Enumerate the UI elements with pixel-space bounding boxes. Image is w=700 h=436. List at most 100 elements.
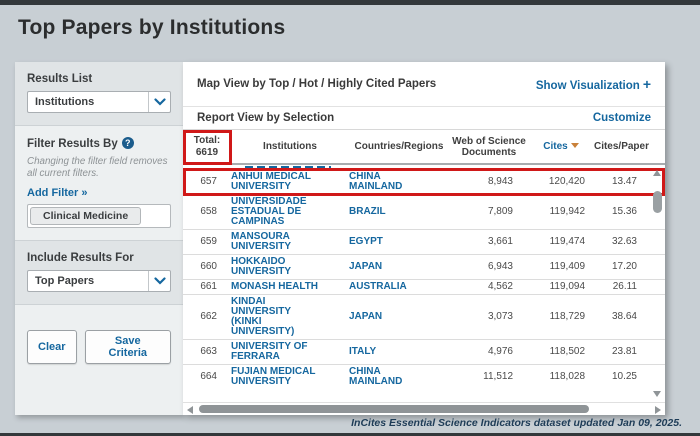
institution-link[interactable]: MANSOURA UNIVERSITY [231, 232, 349, 252]
cites-cell: 119,094 [529, 282, 593, 292]
chevron-down-icon [148, 271, 170, 291]
include-results-section: Include Results For Top Papers [15, 241, 183, 305]
scroll-left-icon[interactable] [187, 406, 193, 414]
cites-per-paper-cell: 26.11 [593, 282, 653, 292]
horizontal-scrollbar[interactable] [183, 402, 665, 415]
cites-per-paper-cell: 23.81 [593, 347, 653, 357]
results-list-selected: Institutions [28, 96, 94, 108]
total-count-header: Total: 6619 [183, 135, 231, 159]
country-cell: AUSTRALIA [349, 282, 449, 292]
institution-link[interactable]: FUJIAN MEDICAL UNIVERSITY [231, 367, 349, 387]
table-row[interactable]: 658 UNIVERSIDADE ESTADUAL DE CAMPINAS BR… [183, 195, 665, 230]
docs-cell: 7,809 [449, 207, 529, 217]
total-value: 6619 [183, 147, 231, 159]
docs-cell: 3,661 [449, 237, 529, 247]
country-cell: ITALY [349, 347, 449, 357]
cites-cell: 119,409 [529, 262, 593, 272]
filter-input[interactable]: Clinical Medicine [27, 204, 171, 228]
filter-chip[interactable]: Clinical Medicine [30, 207, 141, 225]
show-visualization-link[interactable]: Show Visualization+ [536, 76, 651, 92]
rank-cell: 657 [183, 177, 231, 187]
table-row[interactable]: 663 UNIVERSITY OF FERRARA ITALY 4,976 11… [183, 340, 665, 365]
rank-cell: 659 [183, 237, 231, 247]
cites-per-paper-cell: 17.20 [593, 262, 653, 272]
country-cell: CHINA MAINLAND [349, 367, 449, 387]
column-header-cites-per-paper[interactable]: Cites/Paper [593, 141, 653, 152]
table-row[interactable]: 661 MONASH HEALTH AUSTRALIA 4,562 119,09… [183, 280, 665, 295]
institution-link[interactable]: HOKKAIDO UNIVERSITY [231, 257, 349, 277]
include-results-dropdown[interactable]: Top Papers [27, 270, 171, 292]
table-body: 657 ANHUI MEDICAL UNIVERSITY CHINA MAINL… [183, 165, 665, 402]
plus-icon: + [643, 76, 651, 92]
institution-link[interactable]: KINDAI UNIVERSITY (KINKI UNIVERSITY) [231, 297, 349, 337]
cites-header-label: Cites [543, 141, 567, 152]
filter-label-text: Filter Results By [27, 138, 118, 150]
cites-per-paper-cell: 38.64 [593, 312, 653, 322]
map-view-title: Map View by Top / Hot / Highly Cited Pap… [197, 78, 436, 90]
table-row[interactable]: 657 ANHUI MEDICAL UNIVERSITY CHINA MAINL… [183, 170, 665, 195]
scroll-up-icon[interactable] [653, 170, 661, 176]
docs-cell: 3,073 [449, 312, 529, 322]
horizontal-scrollbar-thumb[interactable] [199, 405, 589, 413]
save-criteria-button[interactable]: Save Criteria [85, 330, 171, 364]
include-results-label: Include Results For [27, 252, 171, 264]
rank-cell: 661 [183, 282, 231, 292]
sort-descending-icon [571, 143, 579, 148]
table-row[interactable]: 662 KINDAI UNIVERSITY (KINKI UNIVERSITY)… [183, 295, 665, 340]
add-filter-link[interactable]: Add Filter » [27, 187, 88, 199]
country-cell: EGYPT [349, 237, 449, 247]
docs-cell: 8,943 [449, 177, 529, 187]
cites-per-paper-cell: 10.25 [593, 372, 653, 382]
docs-cell: 11,512 [449, 372, 529, 382]
include-results-selected: Top Papers [28, 275, 94, 287]
clear-button[interactable]: Clear [27, 330, 77, 364]
main-layout: Results List Institutions Filter Results… [15, 62, 665, 415]
institution-link[interactable]: ANHUI MEDICAL UNIVERSITY [231, 172, 349, 192]
cites-per-paper-cell: 15.36 [593, 207, 653, 217]
cites-cell: 118,729 [529, 312, 593, 322]
cites-cell: 120,420 [529, 177, 593, 187]
help-icon[interactable]: ? [122, 137, 134, 149]
cites-per-paper-cell: 13.47 [593, 177, 653, 187]
report-view-header: Report View by Selection Customize [183, 107, 665, 130]
cites-cell: 119,474 [529, 237, 593, 247]
table-row[interactable]: 660 HOKKAIDO UNIVERSITY JAPAN 6,943 119,… [183, 255, 665, 280]
cites-cell: 119,942 [529, 207, 593, 217]
docs-cell: 6,943 [449, 262, 529, 272]
dataset-footer-note: InCites Essential Science Indicators dat… [351, 417, 682, 429]
customize-link[interactable]: Customize [593, 112, 651, 124]
table-header: Total: 6619 Institutions Countries/Regio… [183, 130, 665, 165]
rank-cell: 658 [183, 207, 231, 217]
table-row[interactable]: 659 MANSOURA UNIVERSITY EGYPT 3,661 119,… [183, 230, 665, 255]
docs-cell: 4,562 [449, 282, 529, 292]
scroll-right-icon[interactable] [655, 406, 661, 414]
institution-link[interactable]: MONASH HEALTH [231, 282, 349, 292]
column-header-cites[interactable]: Cites [529, 141, 593, 152]
institution-link[interactable]: UNIVERSIDADE ESTADUAL DE CAMPINAS [231, 197, 349, 227]
column-header-countries[interactable]: Countries/Regions [349, 141, 449, 152]
top-border-strip [0, 0, 700, 5]
country-cell: JAPAN [349, 262, 449, 272]
sidebar-actions-section: Clear Save Criteria [15, 305, 183, 415]
table-row[interactable]: 664 FUJIAN MEDICAL UNIVERSITY CHINA MAIN… [183, 365, 665, 389]
filter-label: Filter Results By? [27, 137, 171, 150]
column-header-institutions[interactable]: Institutions [231, 141, 349, 152]
rank-cell: 660 [183, 262, 231, 272]
column-header-wos-documents[interactable]: Web of Science Documents [449, 136, 529, 158]
institution-link[interactable]: UNIVERSITY OF FERRARA [231, 342, 349, 362]
results-list-section: Results List Institutions [15, 62, 183, 126]
report-panel: Map View by Top / Hot / Highly Cited Pap… [183, 62, 665, 415]
country-cell: BRAZIL [349, 207, 449, 217]
filter-section: Filter Results By? Changing the filter f… [15, 126, 183, 241]
rank-cell: 662 [183, 312, 231, 322]
total-label: Total: [183, 135, 231, 147]
map-view-header: Map View by Top / Hot / Highly Cited Pap… [183, 62, 665, 107]
vertical-scrollbar[interactable] [651, 165, 664, 402]
results-list-dropdown[interactable]: Institutions [27, 91, 171, 113]
country-cell: JAPAN [349, 312, 449, 322]
rank-cell: 664 [183, 372, 231, 382]
vertical-scrollbar-thumb[interactable] [653, 191, 662, 213]
chevron-down-icon [148, 92, 170, 112]
scroll-down-icon[interactable] [653, 391, 661, 397]
page-title: Top Papers by Institutions [18, 16, 285, 40]
